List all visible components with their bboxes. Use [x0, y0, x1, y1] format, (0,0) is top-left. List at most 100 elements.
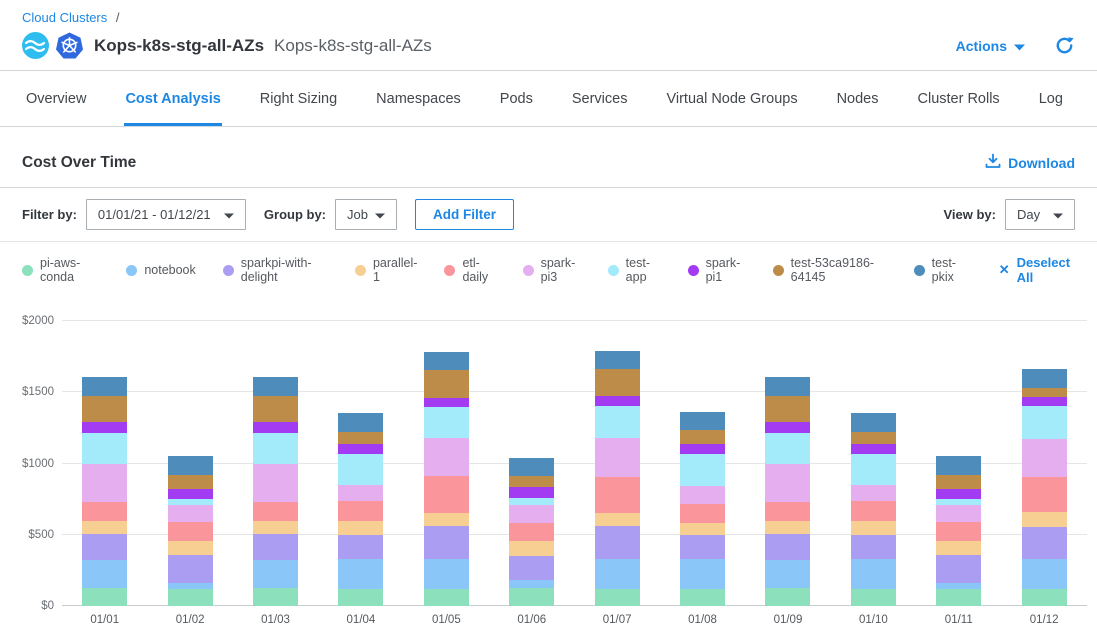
tab-virtual-node-groups[interactable]: Virtual Node Groups — [665, 71, 798, 126]
x-axis-tick: 01/05 — [416, 614, 476, 626]
add-filter-button[interactable]: Add Filter — [415, 199, 514, 230]
legend-item-sparkpi-with-delight[interactable]: sparkpi-with-delight — [223, 256, 328, 284]
bar-segment-test-app — [595, 406, 640, 438]
bar-segment-spark-pi1 — [253, 422, 298, 433]
group-by-dropdown[interactable]: Job — [335, 199, 397, 230]
bar-segment-sparkpi-with-delight — [253, 534, 298, 560]
bar-segment-test-app — [509, 498, 554, 505]
legend-item-etl-daily[interactable]: etl-daily — [444, 256, 495, 284]
legend-dot-icon — [523, 265, 534, 276]
bar-segment-test-pkix — [424, 352, 469, 370]
tab-pods[interactable]: Pods — [499, 71, 534, 126]
close-icon: ✕ — [999, 262, 1010, 278]
x-axis-tick: 01/02 — [160, 614, 220, 626]
group-by-label: Group by: — [264, 207, 326, 222]
tab-nodes[interactable]: Nodes — [836, 71, 880, 126]
bar-segment-test-app — [82, 433, 127, 464]
tab-right-sizing[interactable]: Right Sizing — [259, 71, 338, 126]
bar-segment-spark-pi3 — [765, 464, 810, 502]
bar-segment-test-pkix — [1022, 369, 1067, 388]
bar-segment-spark-pi1 — [168, 489, 213, 499]
bar-segment-etl-daily — [509, 523, 554, 541]
legend-item-parallel-1[interactable]: parallel-1 — [355, 256, 417, 284]
bar-segment-etl-daily — [1022, 477, 1067, 513]
section-header: Cost Over Time Download — [0, 127, 1097, 187]
bar-segment-etl-daily — [595, 477, 640, 514]
bar-segment-notebook — [424, 559, 469, 589]
y-axis-tick: $0 — [8, 600, 54, 612]
tab-services[interactable]: Services — [571, 71, 629, 126]
bar-segment-pi-aws-conda — [338, 589, 383, 607]
bar-segment-test-53ca9186-64145 — [595, 369, 640, 396]
stacked-bar-01-05 — [424, 352, 469, 606]
legend-dot-icon — [126, 265, 137, 276]
refresh-icon[interactable] — [1055, 36, 1075, 56]
y-axis-tick: $1000 — [8, 458, 54, 470]
legend-item-test-pkix[interactable]: test-pkix — [914, 256, 968, 284]
legend-label: notebook — [144, 263, 195, 277]
breadcrumb-separator: / — [116, 10, 120, 25]
bar-segment-spark-pi3 — [424, 438, 469, 476]
x-axis-tick: 01/09 — [758, 614, 818, 626]
deselect-all-button[interactable]: ✕Deselect All — [999, 255, 1075, 285]
legend-label: sparkpi-with-delight — [241, 256, 328, 284]
cluster-title-row: Kops-k8s-stg-all-AZs Kops-k8s-stg-all-AZ… — [0, 25, 1097, 70]
legend-item-test-53ca9186-64145[interactable]: test-53ca9186-64145 — [773, 256, 887, 284]
bar-segment-pi-aws-conda — [424, 589, 469, 607]
legend-label: test-app — [626, 256, 661, 284]
tab-log[interactable]: Log — [1038, 71, 1064, 126]
bar-segment-spark-pi3 — [82, 464, 127, 502]
bar-segment-parallel-1 — [338, 521, 383, 535]
legend-dot-icon — [608, 265, 619, 276]
stacked-bar-01-04 — [338, 413, 383, 606]
bar-segment-notebook — [765, 560, 810, 588]
x-axis-tick: 01/08 — [673, 614, 733, 626]
bar-segment-sparkpi-with-delight — [680, 535, 725, 559]
bar-segment-sparkpi-with-delight — [595, 526, 640, 560]
tab-namespaces[interactable]: Namespaces — [375, 71, 462, 126]
bar-segment-spark-pi1 — [595, 396, 640, 405]
legend-item-notebook[interactable]: notebook — [126, 263, 195, 277]
bar-segment-parallel-1 — [595, 513, 640, 525]
bar-segment-sparkpi-with-delight — [424, 526, 469, 559]
chart-x-axis: 01/0101/0201/0301/0401/0501/0601/0701/08… — [62, 606, 1087, 626]
tab-overview[interactable]: Overview — [25, 71, 87, 126]
bar-segment-test-53ca9186-64145 — [424, 370, 469, 398]
stacked-bar-01-07 — [595, 351, 640, 606]
breadcrumb-link-cloud-clusters[interactable]: Cloud Clusters — [22, 10, 107, 25]
bar-segment-parallel-1 — [168, 541, 213, 555]
bar-segment-test-pkix — [936, 456, 981, 474]
tab-cost-analysis[interactable]: Cost Analysis — [124, 71, 221, 126]
stacked-bar-01-11 — [936, 456, 981, 606]
chart-plot-area: $0$500$1000$1500$2000 — [62, 321, 1087, 606]
bar-segment-etl-daily — [765, 502, 810, 521]
bar-segment-test-pkix — [82, 377, 127, 396]
download-button[interactable]: Download — [985, 153, 1075, 172]
bar-segment-spark-pi3 — [851, 485, 896, 502]
bar-segment-spark-pi3 — [936, 505, 981, 522]
x-axis-tick: 01/10 — [843, 614, 903, 626]
legend-dot-icon — [355, 265, 366, 276]
legend-dot-icon — [688, 265, 699, 276]
bar-segment-etl-daily — [338, 501, 383, 521]
bar-segment-spark-pi1 — [765, 422, 810, 433]
date-range-dropdown[interactable]: 01/01/21 - 01/12/21 — [86, 199, 246, 230]
legend-item-spark-pi1[interactable]: spark-pi1 — [688, 256, 746, 284]
bar-segment-parallel-1 — [82, 521, 127, 534]
bar-segment-test-app — [1022, 406, 1067, 439]
actions-button[interactable]: Actions — [956, 38, 1025, 54]
bar-segment-spark-pi1 — [424, 398, 469, 407]
legend-item-spark-pi3[interactable]: spark-pi3 — [523, 256, 581, 284]
legend-item-pi-aws-conda[interactable]: pi-aws-conda — [22, 256, 99, 284]
page-title: Cost Over Time — [22, 154, 136, 172]
legend-item-test-app[interactable]: test-app — [608, 256, 661, 284]
tab-cluster-rolls[interactable]: Cluster Rolls — [917, 71, 1001, 126]
bar-segment-notebook — [595, 559, 640, 589]
bar-segment-parallel-1 — [424, 513, 469, 526]
bar-segment-spark-pi1 — [82, 422, 127, 433]
legend-dot-icon — [22, 265, 33, 276]
kubernetes-icon — [56, 32, 83, 59]
bar-segment-spark-pi3 — [1022, 439, 1067, 477]
bar-segment-test-53ca9186-64145 — [82, 396, 127, 423]
view-by-dropdown[interactable]: Day — [1005, 199, 1075, 230]
